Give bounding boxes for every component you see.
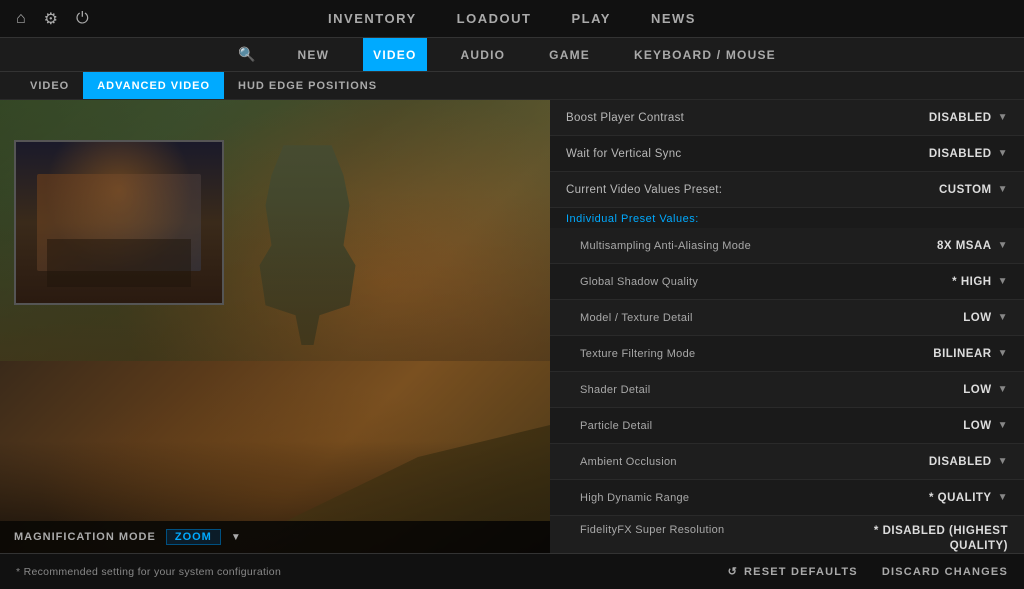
setting-value-shader[interactable]: LOW ▼ xyxy=(868,384,1008,396)
sub-tab-advanced-video[interactable]: ADVANCED VIDEO xyxy=(83,72,224,99)
setting-label-vsync: Wait for Vertical Sync xyxy=(566,148,681,160)
setting-msaa[interactable]: Multisampling Anti-Aliasing Mode 8X MSAA… xyxy=(550,228,1024,264)
setting-value-boost[interactable]: DISABLED ▼ xyxy=(868,112,1008,124)
refresh-icon: ↺ xyxy=(728,565,738,578)
nav-icons: ⌂ ⚙ ⏻ xyxy=(16,9,89,29)
chevron-icon: ▼ xyxy=(998,312,1008,323)
setting-boost-player-contrast[interactable]: Boost Player Contrast DISABLED ▼ xyxy=(550,100,1024,136)
pip-inner xyxy=(16,142,222,303)
discard-changes-button[interactable]: DISCARD CHANGES xyxy=(882,566,1008,578)
reset-defaults-button[interactable]: ↺ RESET DEFAULTS xyxy=(728,565,858,578)
setting-value-texture[interactable]: LOW ▼ xyxy=(868,312,1008,324)
setting-label-particle: Particle Detail xyxy=(566,420,652,432)
setting-value-hdr[interactable]: * QUALITY ▼ xyxy=(868,492,1008,504)
setting-label-hdr: High Dynamic Range xyxy=(566,492,689,504)
preset-section-label: Individual Preset Values: xyxy=(550,208,1024,228)
setting-label-msaa: Multisampling Anti-Aliasing Mode xyxy=(566,240,751,252)
chevron-icon: ▼ xyxy=(998,240,1008,251)
setting-value-vsync[interactable]: DISABLED ▼ xyxy=(868,148,1008,160)
setting-texture-filtering[interactable]: Texture Filtering Mode BILINEAR ▼ xyxy=(550,336,1024,372)
setting-value-particle[interactable]: LOW ▼ xyxy=(868,420,1008,432)
chevron-icon: ▼ xyxy=(998,184,1008,195)
video-preview-panel: Magnification Mode ZOOM ▼ xyxy=(0,100,550,553)
setting-label-filtering: Texture Filtering Mode xyxy=(566,348,695,360)
setting-particle-detail[interactable]: Particle Detail LOW ▼ xyxy=(550,408,1024,444)
setting-label-boost: Boost Player Contrast xyxy=(566,112,684,124)
setting-ambient-occlusion[interactable]: Ambient Occlusion DISABLED ▼ xyxy=(550,444,1024,480)
settings-icon[interactable]: ⚙ xyxy=(44,9,58,29)
setting-value-preset[interactable]: CUSTOM ▼ xyxy=(868,184,1008,196)
sub-tab-hud[interactable]: HUD EDGE POSITIONS xyxy=(224,72,391,99)
setting-value-filtering[interactable]: BILINEAR ▼ xyxy=(868,348,1008,360)
magnification-value[interactable]: ZOOM xyxy=(166,529,221,545)
setting-value-msaa[interactable]: 8X MSAA ▼ xyxy=(868,240,1008,252)
tab-new[interactable]: NEW xyxy=(288,38,340,71)
power-icon[interactable]: ⏻ xyxy=(76,10,89,28)
chevron-icon: ▼ xyxy=(998,384,1008,395)
top-navigation: ⌂ ⚙ ⏻ INVENTORY LOADOUT PLAY NEWS xyxy=(0,0,1024,38)
bottom-note: * Recommended setting for your system co… xyxy=(16,566,704,578)
setting-texture-detail[interactable]: Model / Texture Detail LOW ▼ xyxy=(550,300,1024,336)
main-content: Magnification Mode ZOOM ▼ Boost Player C… xyxy=(0,100,1024,553)
pip-window xyxy=(14,140,224,305)
tab-game[interactable]: GAME xyxy=(539,38,600,71)
setting-value-shadow[interactable]: * HIGH ▼ xyxy=(868,276,1008,288)
chevron-icon: ▼ xyxy=(998,276,1008,287)
setting-label-shader: Shader Detail xyxy=(566,384,651,396)
home-icon[interactable]: ⌂ xyxy=(16,10,26,28)
magnification-chevron: ▼ xyxy=(231,532,241,543)
nav-inventory[interactable]: INVENTORY xyxy=(328,11,417,26)
setting-label-texture: Model / Texture Detail xyxy=(566,312,693,324)
tab-audio[interactable]: AUDIO xyxy=(451,38,516,71)
tabs-row: 🔍 NEW VIDEO AUDIO GAME KEYBOARD / MOUSE xyxy=(0,38,1024,72)
setting-value-ao[interactable]: DISABLED ▼ xyxy=(868,456,1008,468)
chevron-icon: ▼ xyxy=(998,112,1008,123)
nav-loadout[interactable]: LOADOUT xyxy=(457,11,532,26)
main-nav: INVENTORY LOADOUT PLAY NEWS xyxy=(328,11,696,26)
nav-news[interactable]: NEWS xyxy=(651,11,696,26)
search-icon[interactable]: 🔍 xyxy=(238,46,255,63)
setting-hdr[interactable]: High Dynamic Range * QUALITY ▼ xyxy=(550,480,1024,516)
chevron-icon: ▼ xyxy=(998,456,1008,467)
sub-tabs-row: VIDEO ADVANCED VIDEO HUD EDGE POSITIONS xyxy=(0,72,1024,100)
magnification-label: Magnification Mode xyxy=(14,531,156,543)
settings-panel: Boost Player Contrast DISABLED ▼ Wait fo… xyxy=(550,100,1024,553)
chevron-icon: ▼ xyxy=(998,492,1008,503)
lower-video-panel xyxy=(0,361,550,521)
setting-vertical-sync[interactable]: Wait for Vertical Sync DISABLED ▼ xyxy=(550,136,1024,172)
bottom-bar: * Recommended setting for your system co… xyxy=(0,553,1024,589)
sub-tab-video[interactable]: VIDEO xyxy=(16,72,83,99)
chevron-icon: ▼ xyxy=(998,420,1008,431)
nav-play[interactable]: PLAY xyxy=(571,11,610,26)
chevron-icon: ▼ xyxy=(998,348,1008,359)
setting-label-preset: Current Video Values Preset: xyxy=(566,184,722,196)
setting-label-shadow: Global Shadow Quality xyxy=(566,276,698,288)
setting-shader-detail[interactable]: Shader Detail LOW ▼ xyxy=(550,372,1024,408)
tab-keyboard-mouse[interactable]: KEYBOARD / MOUSE xyxy=(624,38,786,71)
setting-label-fsr: FidelityFX Super Resolution xyxy=(566,524,724,536)
setting-video-preset[interactable]: Current Video Values Preset: CUSTOM ▼ xyxy=(550,172,1024,208)
setting-shadow-quality[interactable]: Global Shadow Quality * HIGH ▼ xyxy=(550,264,1024,300)
setting-value-fsr[interactable]: * DISABLED (HIGHEST QUALITY) ▼ xyxy=(858,524,1008,553)
chevron-icon: ▼ xyxy=(998,148,1008,159)
magnification-bar: Magnification Mode ZOOM ▼ xyxy=(0,521,550,553)
setting-fsr[interactable]: FidelityFX Super Resolution * DISABLED (… xyxy=(550,516,1024,553)
tab-video[interactable]: VIDEO xyxy=(363,38,426,71)
setting-label-ao: Ambient Occlusion xyxy=(566,456,677,468)
